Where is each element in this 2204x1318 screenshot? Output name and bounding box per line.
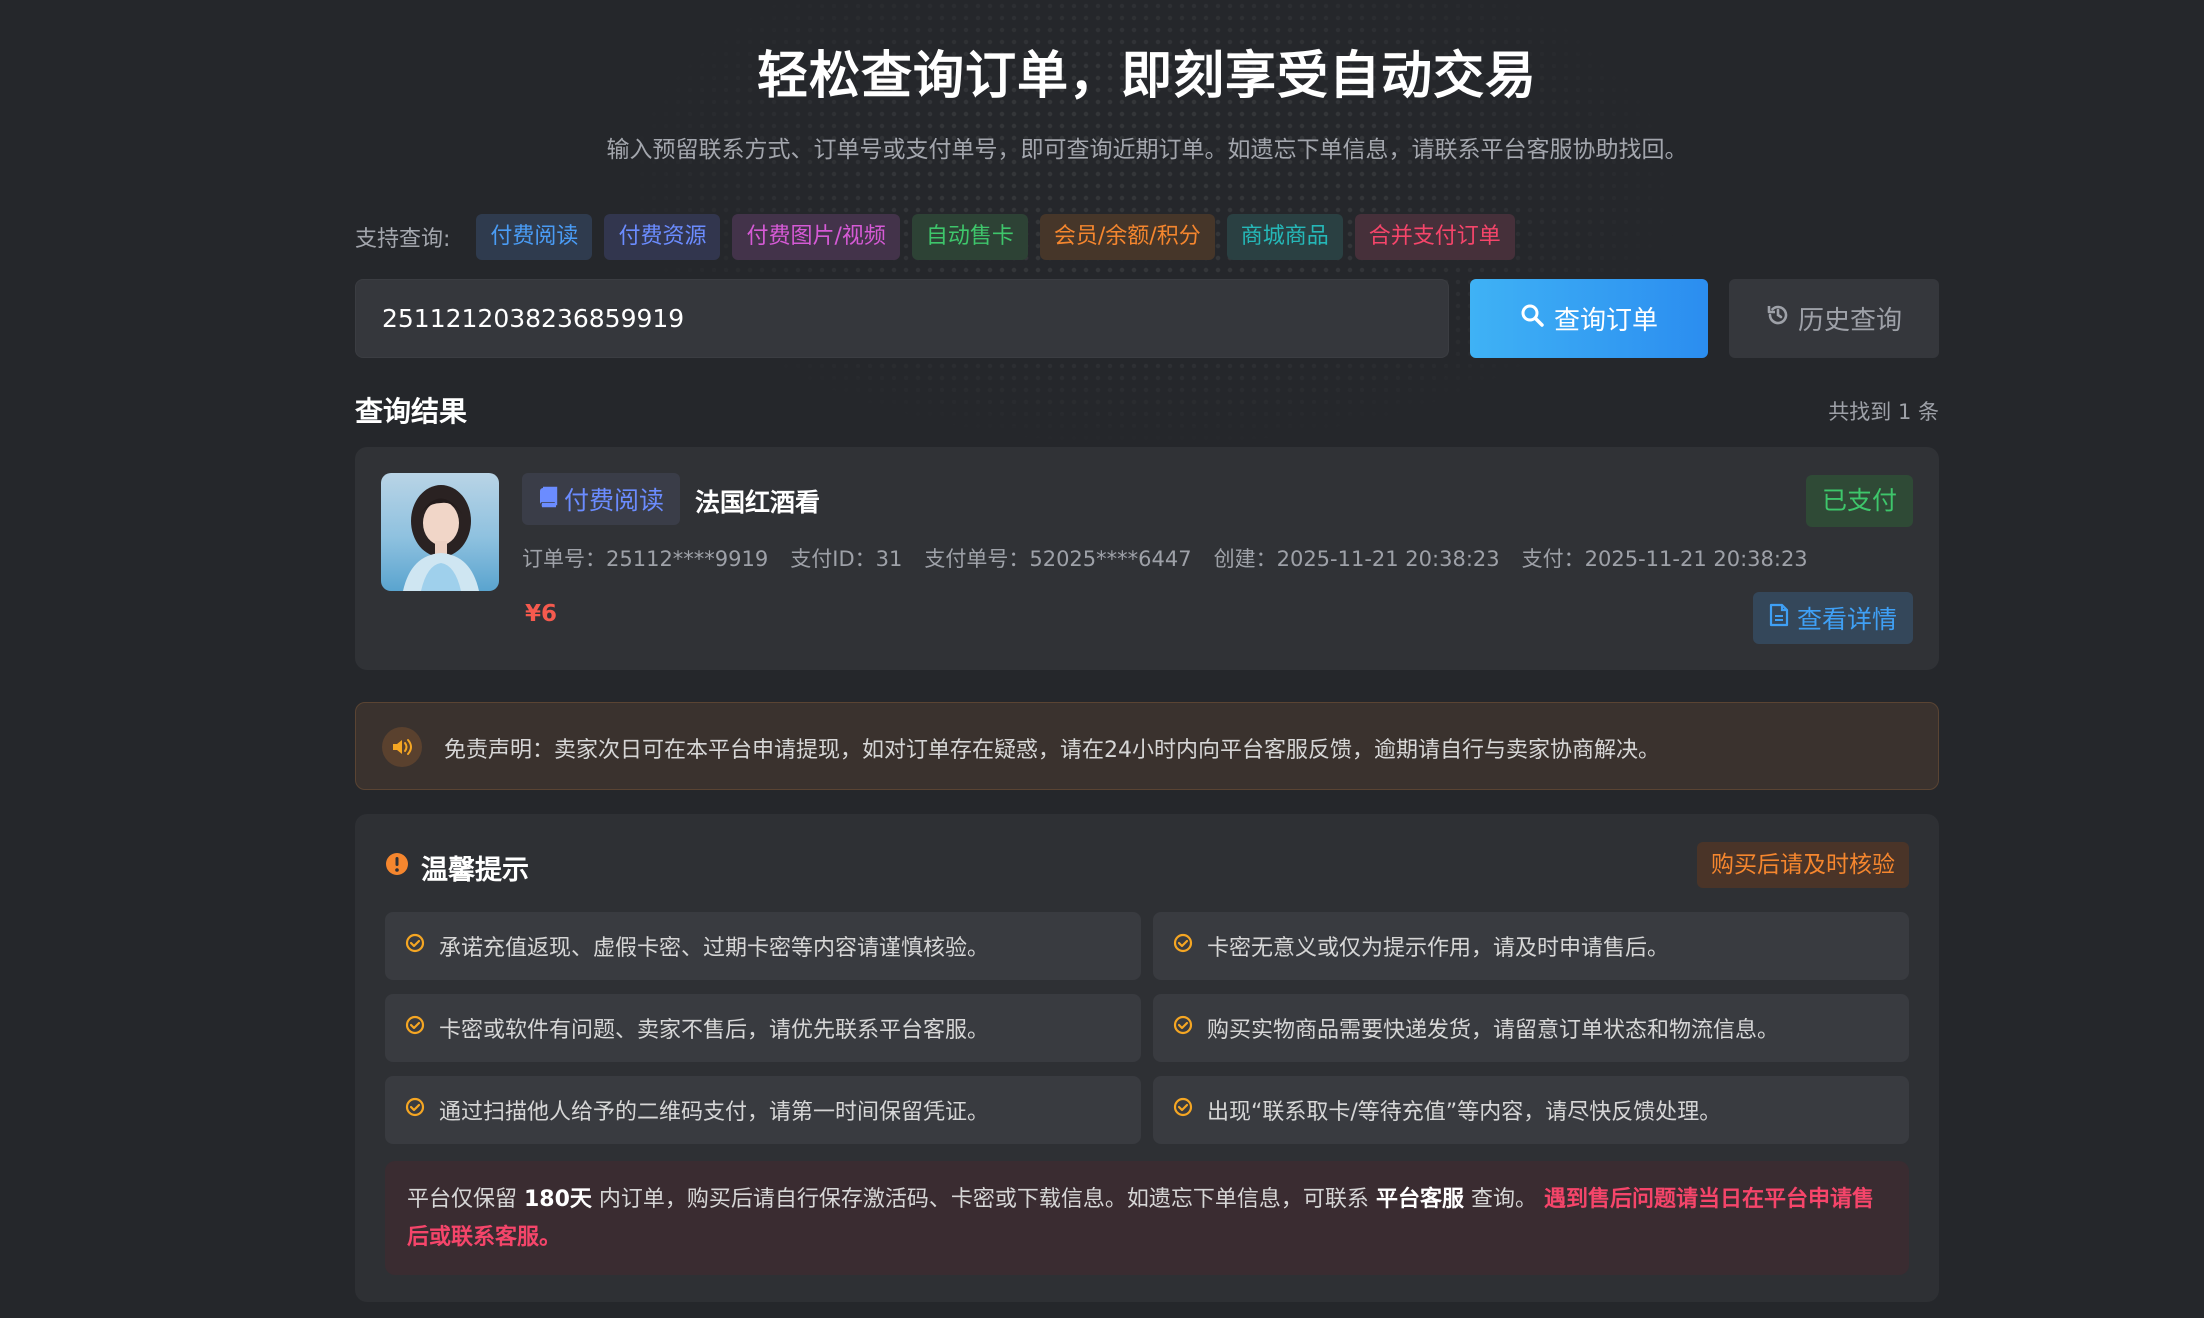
search-input[interactable]: 2511212038236859919 (355, 279, 1449, 358)
search-icon (1520, 303, 1544, 334)
support-tag: 会员/余额/积分 (1039, 214, 1215, 260)
query-order-label: 查询订单 (1553, 306, 1658, 336)
check-circle-icon (1173, 1097, 1193, 1123)
view-details-label: 查看详情 (1796, 605, 1897, 634)
order-number: 订单号：25112****9919 (522, 547, 769, 571)
note-service-link: 平台客服 (1375, 1187, 1464, 1212)
order-product-name: 法国红酒看 (695, 488, 821, 517)
tips-title: 温馨提示 (421, 855, 529, 886)
check-circle-icon (405, 1097, 425, 1123)
check-circle-icon (1173, 933, 1193, 959)
tips-panel: 温馨提示 购买后请及时核验 承诺充值返现、虚假卡密、过期卡密等内容请谨慎核验。 … (355, 814, 1939, 1302)
payment-id: 支付ID：31 (790, 547, 903, 571)
tip-text: 出现“联系取卡/等待充值”等内容，请尽快反馈处理。 (1207, 1100, 1722, 1125)
search-bar: 2511212038236859919 查询订单 历史查询 (355, 279, 1939, 358)
tip-item: 通过扫描他人给予的二维码支付，请第一时间保留凭证。 (385, 1076, 1141, 1144)
support-tag: 商城商品 (1226, 214, 1343, 260)
note-text: 平台仅保留 (407, 1187, 524, 1212)
order-type-label: 付费阅读 (564, 486, 665, 515)
tips-header: 温馨提示 (385, 848, 529, 887)
note-days: 180天 (524, 1187, 592, 1212)
disclaimer-text: 免责声明：卖家次日可在本平台申请提现，如对订单存在疑惑，请在24小时内向平台客服… (444, 738, 1660, 763)
disclaimer-banner: 免责声明：卖家次日可在本平台申请提现，如对订单存在疑惑，请在24小时内向平台客服… (355, 702, 1939, 790)
history-icon (1766, 303, 1790, 334)
note-text: 查询。 (1463, 1187, 1544, 1212)
check-circle-icon (405, 1015, 425, 1041)
results-title: 查询结果 (355, 395, 468, 428)
order-price: ¥6 (525, 601, 558, 627)
order-card: 付费阅读 法国红酒看 已支付 订单号：25112****9919 支付ID：31… (355, 447, 1939, 670)
support-tag: 付费资源 (604, 214, 721, 260)
tip-item: 卡密或软件有问题、卖家不售后，请优先联系平台客服。 (385, 994, 1141, 1062)
tip-item: 购买实物商品需要快递发货，请留意订单状态和物流信息。 (1153, 994, 1909, 1062)
tip-text: 承诺充值返现、虚假卡密、过期卡密等内容请谨慎核验。 (439, 936, 990, 961)
document-icon (1769, 603, 1789, 633)
book-icon (538, 485, 558, 514)
tip-text: 购买实物商品需要快递发货，请留意订单状态和物流信息。 (1207, 1018, 1780, 1043)
support-tag: 付费阅读 (476, 214, 593, 260)
results-header: 查询结果 共找到 1 条 (355, 390, 1939, 430)
support-tag: 付费图片/视频 (732, 214, 900, 260)
tips-badge: 购买后请及时核验 (1697, 842, 1909, 888)
page-subtitle: 输入预留联系方式、订单号或支付单号，即可查询近期订单。如遗忘下单信息，请联系平台… (606, 137, 1688, 163)
note-text: 内订单，购买后请自行保存激活码、卡密或下载信息。如遗忘下单信息，可联系 (591, 1187, 1376, 1212)
tip-text: 卡密无意义或仅为提示作用，请及时申请售后。 (1207, 936, 1670, 961)
support-tag: 自动售卡 (911, 214, 1028, 260)
results-count: 共找到 1 条 (1828, 400, 1939, 424)
retention-note: 平台仅保留 180天 内订单，购买后请自行保存激活码、卡密或下载信息。如遗忘下单… (385, 1161, 1909, 1275)
support-label: 支持查询: (355, 227, 451, 252)
view-details-button[interactable]: 查看详情 (1752, 592, 1913, 644)
history-query-button[interactable]: 历史查询 (1729, 279, 1939, 358)
tip-item: 承诺充值返现、虚假卡密、过期卡密等内容请谨慎核验。 (385, 912, 1141, 980)
product-thumbnail (381, 473, 499, 591)
speaker-icon (382, 727, 422, 767)
history-query-label: 历史查询 (1797, 306, 1902, 336)
status-badge: 已支付 (1805, 475, 1913, 527)
tip-item: 出现“联系取卡/等待充值”等内容，请尽快反馈处理。 (1153, 1076, 1909, 1144)
query-order-button[interactable]: 查询订单 (1470, 279, 1708, 358)
created-time: 创建：2025-11-21 20:38:23 (1213, 547, 1500, 571)
payment-number: 支付单号：52025****6447 (924, 547, 1192, 571)
tip-item: 卡密无意义或仅为提示作用，请及时申请售后。 (1153, 912, 1909, 980)
order-type-badge: 付费阅读 (522, 473, 681, 525)
tip-text: 卡密或软件有问题、卖家不售后，请优先联系平台客服。 (439, 1018, 990, 1043)
page-title: 轻松查询订单，即刻享受自动交易 (756, 47, 1537, 106)
paid-time: 支付：2025-11-21 20:38:23 (1521, 547, 1808, 571)
exclamation-icon (385, 852, 409, 883)
support-tag: 合并支付订单 (1354, 214, 1515, 260)
check-circle-icon (1173, 1015, 1193, 1041)
tip-text: 通过扫描他人给予的二维码支付，请第一时间保留凭证。 (439, 1100, 990, 1125)
check-circle-icon (405, 933, 425, 959)
support-types: 支持查询: 付费阅读 付费资源 付费图片/视频 自动售卡 会员/余额/积分 商城… (355, 214, 1515, 260)
order-meta: 订单号：25112****9919 支付ID：31 支付单号：52025****… (522, 543, 1808, 573)
